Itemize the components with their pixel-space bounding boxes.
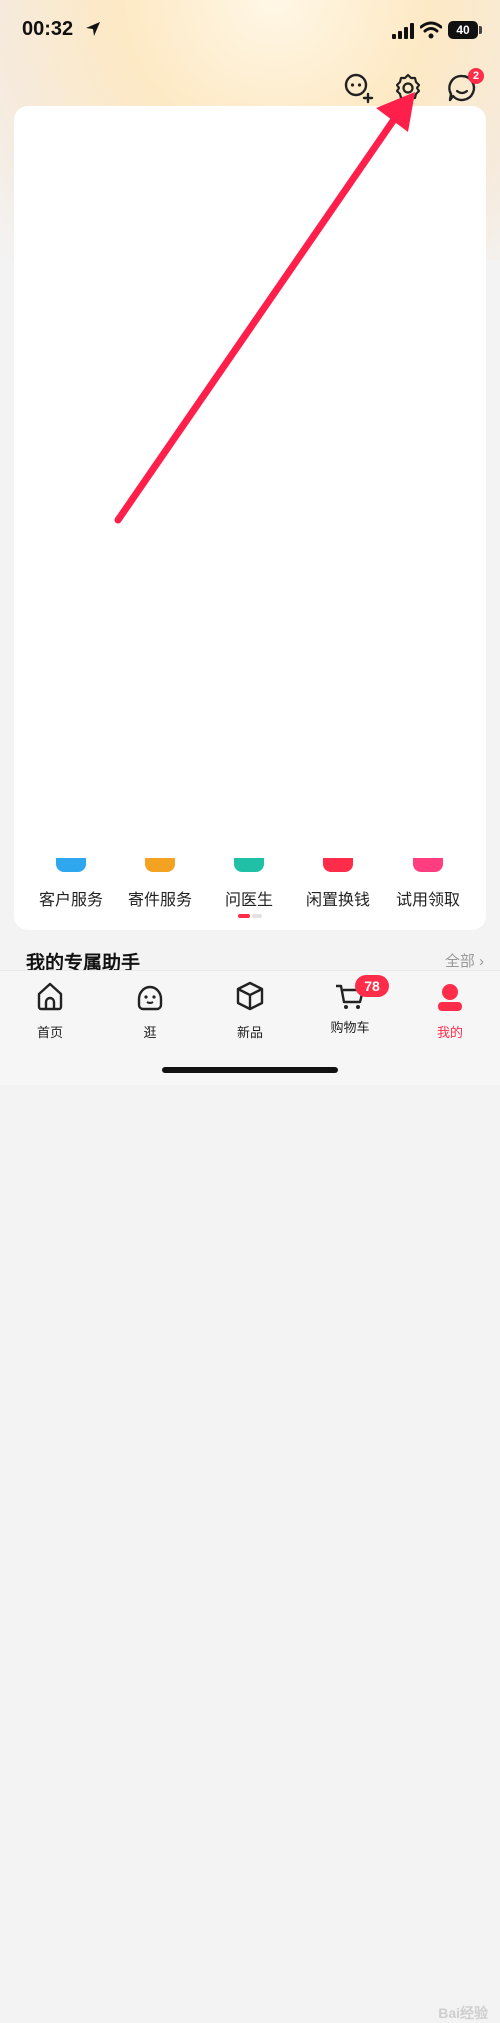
- tab-profile[interactable]: 我的: [410, 979, 490, 1041]
- service-doctor[interactable]: 问医生: [202, 858, 296, 910]
- tab-label: 首页: [36, 1025, 63, 1040]
- cellular-signal-icon: [392, 23, 414, 39]
- service-label: 试用领取: [395, 892, 460, 909]
- add-friend-icon[interactable]: [342, 72, 374, 104]
- service-customer[interactable]: 客户服务: [24, 858, 118, 910]
- watermark: Bai经验: [438, 2005, 488, 2021]
- box-icon: [236, 981, 264, 1011]
- messages-button[interactable]: 2: [446, 68, 484, 104]
- resell-icon: [323, 858, 353, 872]
- wifi-icon: [420, 21, 442, 39]
- home-indicator: [162, 1067, 338, 1073]
- header-actions: 2: [342, 68, 484, 108]
- tab-browse[interactable]: 逛: [110, 979, 190, 1041]
- cart-badge: 78: [355, 975, 389, 997]
- status-bar: 00:32 40: [0, 0, 500, 60]
- face-icon: [137, 985, 163, 1011]
- service-shipping[interactable]: 寄件服务: [113, 858, 207, 910]
- service-resell[interactable]: 闲置换钱: [291, 858, 385, 910]
- tab-cart[interactable]: 78 购物车: [310, 975, 390, 1036]
- tab-label: 购物车: [330, 1020, 370, 1035]
- messages-badge: 2: [468, 68, 484, 84]
- home-icon: [37, 982, 63, 1011]
- status-time: 00:32: [22, 18, 74, 40]
- tab-home[interactable]: 首页: [10, 979, 90, 1041]
- tab-label: 新品: [236, 1025, 263, 1040]
- doctor-icon: [234, 858, 264, 872]
- page-indicator: [238, 914, 262, 918]
- trial-icon: [413, 858, 443, 872]
- customer-service-icon: [56, 858, 86, 872]
- service-label: 问医生: [224, 892, 273, 909]
- service-trial[interactable]: 试用领取: [381, 858, 475, 910]
- tab-new[interactable]: 新品: [210, 979, 290, 1041]
- tab-label: 我的: [436, 1025, 463, 1040]
- see-all-link[interactable]: 全部 ›: [445, 950, 484, 971]
- settings-gear-icon[interactable]: [392, 72, 424, 104]
- service-label: 寄件服务: [127, 892, 192, 909]
- profile-icon: [438, 984, 462, 1011]
- services-row: 客户服务 寄件服务 问医生 闲置换钱 试用领取: [14, 858, 486, 930]
- service-label: 闲置换钱: [305, 892, 370, 909]
- battery-tip: [479, 26, 482, 34]
- battery-indicator: 40: [448, 21, 478, 39]
- cart-icon-wrap: 78: [333, 975, 389, 1013]
- shipping-service-icon: [145, 858, 175, 872]
- service-label: 客户服务: [38, 892, 103, 909]
- location-arrow-icon: [86, 22, 100, 36]
- tab-label: 逛: [143, 1025, 157, 1040]
- profile-content-card: [14, 106, 486, 930]
